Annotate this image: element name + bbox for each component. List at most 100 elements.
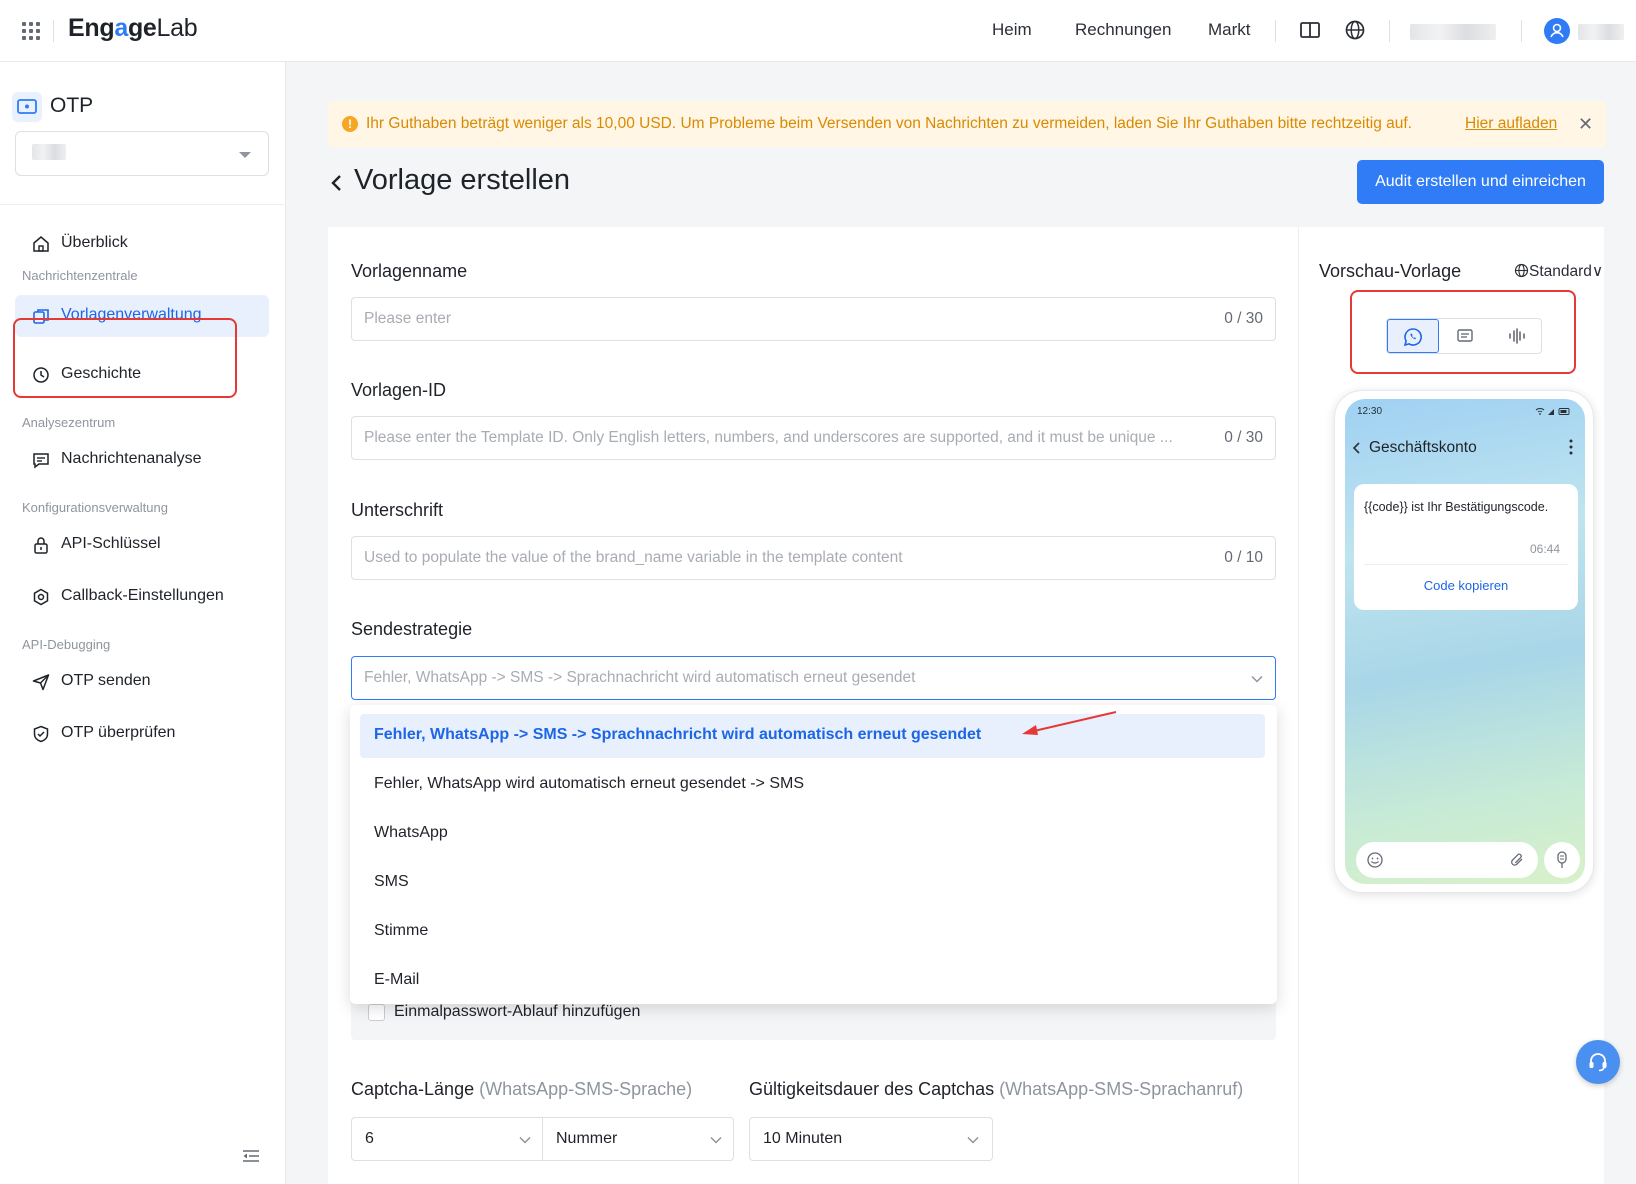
sidebar-item-label: OTP senden <box>61 672 151 689</box>
signature-label: Unterschrift <box>351 500 444 520</box>
divider <box>53 20 54 42</box>
divider <box>1364 564 1568 565</box>
sidebar-item-overview[interactable]: Überblick <box>15 223 269 265</box>
dropdown-option[interactable]: Stimme <box>360 910 1265 954</box>
dropdown-option[interactable]: Fehler, WhatsApp wird automatisch erneut… <box>360 763 1265 807</box>
message-icon <box>33 453 49 469</box>
message-time: 06:44 <box>1530 542 1561 556</box>
sidebar: OTP Überblick Nachrichtenzentrale Vorlag… <box>0 62 286 1184</box>
status-bar-icons <box>1535 408 1570 415</box>
template-name-label: Vorlagenname <box>351 261 468 281</box>
sidebar-item-message-analysis[interactable]: Nachrichtenanalyse <box>15 439 269 481</box>
recharge-link[interactable]: Hier aufladen <box>1465 115 1557 133</box>
sidebar-item-history[interactable]: Geschichte <box>15 354 269 396</box>
selected-value: Fehler, WhatsApp -> SMS -> Sprachnachric… <box>364 669 916 686</box>
shield-check-icon <box>33 725 49 743</box>
group-label-messages: Nachrichtenzentrale <box>22 268 138 283</box>
send-icon <box>32 674 50 691</box>
engagelab-logo[interactable]: EngageLab <box>68 14 198 43</box>
project-name-blurred <box>32 144 66 160</box>
globe-icon[interactable] <box>1344 19 1366 41</box>
microphone-icon <box>1557 851 1567 868</box>
sidebar-item-callback[interactable]: Callback-Einstellungen <box>15 576 269 618</box>
placeholder: Please enter the Template ID. Only Engli… <box>364 429 1173 446</box>
user-avatar[interactable] <box>1544 18 1570 44</box>
nav-home[interactable]: Heim <box>992 20 1032 40</box>
message-bubble: {{code}} ist Ihr Bestätigungscode. 06:44… <box>1354 484 1578 610</box>
copy-code-button[interactable]: Code kopieren <box>1354 578 1578 593</box>
dropdown-option[interactable]: Fehler, WhatsApp -> SMS -> Sprachnachric… <box>360 714 1265 758</box>
dropdown-option[interactable]: E-Mail <box>360 959 1265 1003</box>
nav-invoices[interactable]: Rechnungen <box>1075 20 1171 40</box>
user-icon <box>1550 23 1564 38</box>
template-id-input[interactable]: Please enter the Template ID. Only Engli… <box>351 416 1276 460</box>
chevron-down-icon <box>967 1136 979 1144</box>
message-input-pill <box>1356 842 1538 878</box>
username-blurred <box>1578 24 1624 40</box>
history-icon <box>33 367 49 383</box>
contact-name: Geschäftskonto <box>1369 439 1477 456</box>
captcha-type-select[interactable]: Nummer <box>542 1117 734 1161</box>
sidebar-item-label: Callback-Einstellungen <box>61 587 224 604</box>
strategy-dropdown: Fehler, WhatsApp -> SMS -> Sprachnachric… <box>350 705 1277 1004</box>
group-label-config: Konfigurationsverwaltung <box>22 500 168 515</box>
dropdown-option[interactable]: WhatsApp <box>360 812 1265 856</box>
expiry-checkbox-label[interactable]: Einmalpasswort-Ablauf hinzufügen <box>394 1003 640 1021</box>
captcha-validity-select[interactable]: 10 Minuten <box>749 1117 993 1161</box>
lock-icon <box>34 537 48 554</box>
sidebar-item-verify-otp[interactable]: OTP überprüfen <box>15 713 269 755</box>
captcha-length-select[interactable]: 6 <box>351 1117 543 1161</box>
attachment-icon <box>1511 853 1523 866</box>
close-icon[interactable]: ✕ <box>1578 114 1593 135</box>
message-text: {{code}} ist Ihr Bestätigungscode. <box>1364 500 1549 514</box>
signature-input[interactable]: Used to populate the value of the brand_… <box>351 536 1276 580</box>
group-label-analysis: Analysezentrum <box>22 415 116 430</box>
back-chevron-icon[interactable] <box>330 172 344 194</box>
template-name-input[interactable]: Please enter 0 / 30 <box>351 297 1276 341</box>
top-bar: EngageLab Heim Rechnungen Markt <box>0 0 1636 62</box>
more-vertical-icon <box>1569 439 1573 455</box>
account-name-blurred[interactable] <box>1410 24 1496 40</box>
phone-time: 12:30 <box>1357 406 1383 417</box>
char-counter: 0 / 30 <box>1218 429 1263 447</box>
sidebar-item-label: Überblick <box>61 234 128 251</box>
settings-icon <box>33 588 49 606</box>
warning-icon: ! <box>342 116 358 132</box>
phone-back-icon <box>1352 442 1360 454</box>
template-id-label: Vorlagen-ID <box>351 380 447 400</box>
chevron-down-icon <box>710 1136 722 1144</box>
sidebar-item-label: Nachrichtenanalyse <box>61 450 202 467</box>
captcha-length-label: Captcha-Länge (WhatsApp-SMS-Sprache) <box>351 1079 693 1099</box>
validity-label: Gültigkeitsdauer des Captchas (WhatsApp-… <box>749 1079 1244 1099</box>
sidebar-item-label: OTP überprüfen <box>61 724 176 741</box>
sidebar-item-label: API-Schlüssel <box>61 535 161 552</box>
strategy-select[interactable]: Fehler, WhatsApp -> SMS -> Sprachnachric… <box>351 656 1276 700</box>
group-label-debug: API-Debugging <box>22 637 111 652</box>
placeholder: Used to populate the value of the brand_… <box>364 549 903 566</box>
divider <box>1389 20 1390 42</box>
chevron-down-icon <box>1251 675 1263 683</box>
sidebar-item-label: Geschichte <box>61 365 142 382</box>
annotation-arrow <box>1022 711 1117 735</box>
expiry-checkbox[interactable] <box>368 1004 385 1021</box>
language-switcher[interactable]: Standard∨ <box>1514 262 1603 281</box>
divider <box>1275 20 1276 42</box>
project-select[interactable] <box>15 131 269 176</box>
chevron-down-icon <box>519 1136 531 1144</box>
highlight-box <box>1350 290 1576 374</box>
alert-text: Ihr Guthaben beträgt weniger als 10,00 U… <box>366 115 1412 132</box>
nav-market[interactable]: Markt <box>1208 20 1251 40</box>
app-grid-icon[interactable] <box>22 22 40 40</box>
page-title: Vorlage erstellen <box>354 164 571 196</box>
book-icon[interactable] <box>1299 19 1321 41</box>
char-counter: 0 / 30 <box>1224 310 1263 327</box>
submit-audit-button[interactable]: Audit erstellen und einreichen <box>1357 160 1604 204</box>
home-icon <box>33 236 49 252</box>
sidebar-item-send-otp[interactable]: OTP senden <box>15 661 269 703</box>
globe-icon <box>1514 263 1529 278</box>
support-button[interactable] <box>1576 1040 1620 1084</box>
collapse-sidebar-icon[interactable] <box>242 1149 260 1163</box>
dropdown-option[interactable]: SMS <box>360 861 1265 905</box>
char-counter: 0 / 10 <box>1224 549 1263 566</box>
sidebar-item-api-keys[interactable]: API-Schlüssel <box>15 524 269 566</box>
